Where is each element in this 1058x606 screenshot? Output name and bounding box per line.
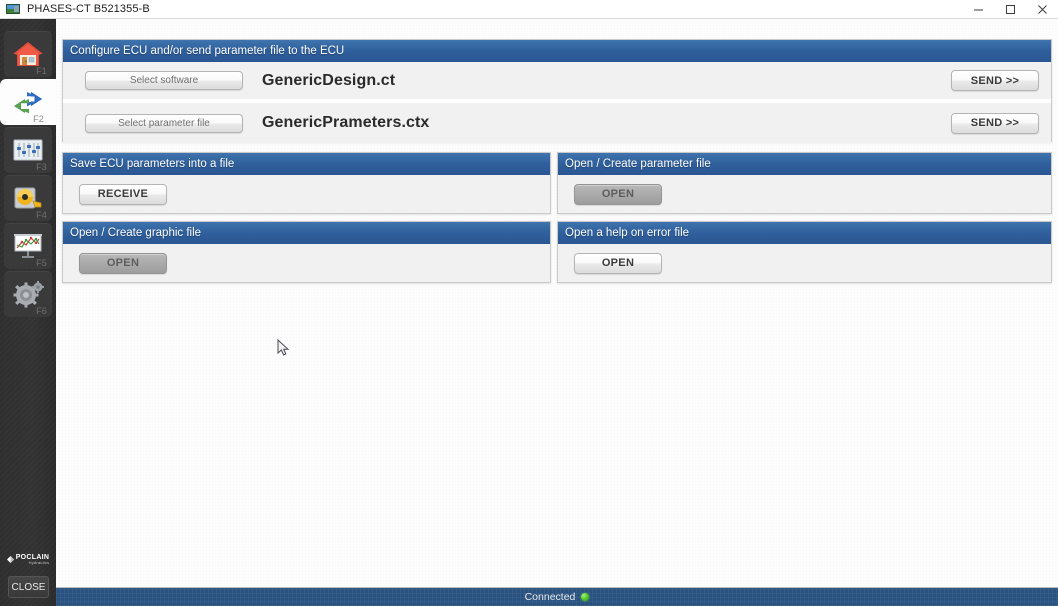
help-on-error-body: OPEN [558,244,1051,282]
maximize-icon[interactable] [994,0,1026,19]
left-sidebar: F1 F2 F3 F4 F5 F6 POCLAIN Hydraulics CLO… [0,19,56,606]
sidebar-item-transfer-key: F2 [33,114,44,124]
mouse-cursor [277,339,289,356]
panel-save-parameters: Save ECU parameters into a file RECEIVE [62,152,551,214]
panel-open-parameter-file: Open / Create parameter file OPEN [557,152,1052,214]
home-icon [13,42,43,66]
open-graphic-file-button[interactable]: OPEN [79,252,167,274]
poclain-brand: POCLAIN Hydraulics [0,554,56,565]
configure-row-parameter: Select parameter file GenericPrameters.c… [63,103,1051,143]
sidebar-item-measure-key: F4 [36,210,47,220]
panel-configure-ecu-title: Configure ECU and/or send parameter file… [63,40,1051,62]
measuring-tape-icon [14,187,42,209]
brand-subtitle: Hydraulics [28,560,50,565]
panel-configure-ecu: Configure ECU and/or send parameter file… [62,39,1052,143]
close-app-button[interactable]: CLOSE [8,576,49,598]
send-parameter-button[interactable]: SEND >> [951,112,1039,134]
window-title: PHASES-CT B521355-B [27,3,150,15]
select-parameter-file-button[interactable]: Select parameter file [85,113,243,133]
parameter-filename: GenericPrameters.ctx [262,114,430,131]
panel-open-graphic-file-title: Open / Create graphic file [63,222,550,244]
sidebar-item-measure[interactable]: F4 [4,175,52,221]
configure-row-software: Select software GenericDesign.ct SEND >> [63,62,1051,99]
open-graphic-file-body: OPEN [63,244,550,282]
open-help-file-button[interactable]: OPEN [574,252,662,274]
open-parameter-file-button[interactable]: OPEN [574,183,662,205]
app-window-icon [5,1,21,17]
exchange-arrows-icon [14,92,42,114]
sliders-icon [13,139,43,161]
open-parameter-file-body: OPEN [558,175,1051,213]
select-software-button[interactable]: Select software [85,71,243,90]
sidebar-item-parameters-key: F3 [36,162,47,172]
receive-button[interactable]: RECEIVE [79,183,167,205]
main-content: Configure ECU and/or send parameter file… [56,19,1058,587]
panel-help-on-error-title: Open a help on error file [558,222,1051,244]
sidebar-item-transfer[interactable]: F2 [0,79,56,125]
panel-save-parameters-title: Save ECU parameters into a file [63,153,550,175]
sidebar-item-settings[interactable]: F6 [4,271,52,317]
sidebar-item-parameters[interactable]: F3 [4,127,52,173]
sidebar-item-settings-key: F6 [36,306,47,316]
panel-open-parameter-file-title: Open / Create parameter file [558,153,1051,175]
status-dot-green-icon [581,593,590,601]
window-titlebar: PHASES-CT B521355-B [0,0,1058,19]
sidebar-nav: F1 F2 F3 F4 F5 F6 [0,31,56,319]
panel-open-graphic-file: Open / Create graphic file OPEN [62,221,551,283]
sidebar-item-home-key: F1 [36,66,47,76]
software-filename: GenericDesign.ct [262,71,396,89]
save-parameters-body: RECEIVE [63,175,550,213]
window-controls [962,0,1058,19]
send-software-button[interactable]: SEND >> [951,70,1039,91]
sidebar-item-home[interactable]: F1 [4,31,52,77]
poclain-logo-icon [6,556,14,563]
panel-help-on-error: Open a help on error file OPEN [557,221,1052,283]
minimize-icon[interactable] [962,0,994,19]
close-icon[interactable] [1026,0,1058,19]
sidebar-item-graphs[interactable]: F5 [4,223,52,269]
sidebar-item-graphs-key: F5 [36,258,47,268]
status-bar: Connected [56,587,1058,606]
gears-icon [13,281,44,308]
chart-board-icon [14,234,42,258]
connection-status-label: Connected [524,591,576,603]
